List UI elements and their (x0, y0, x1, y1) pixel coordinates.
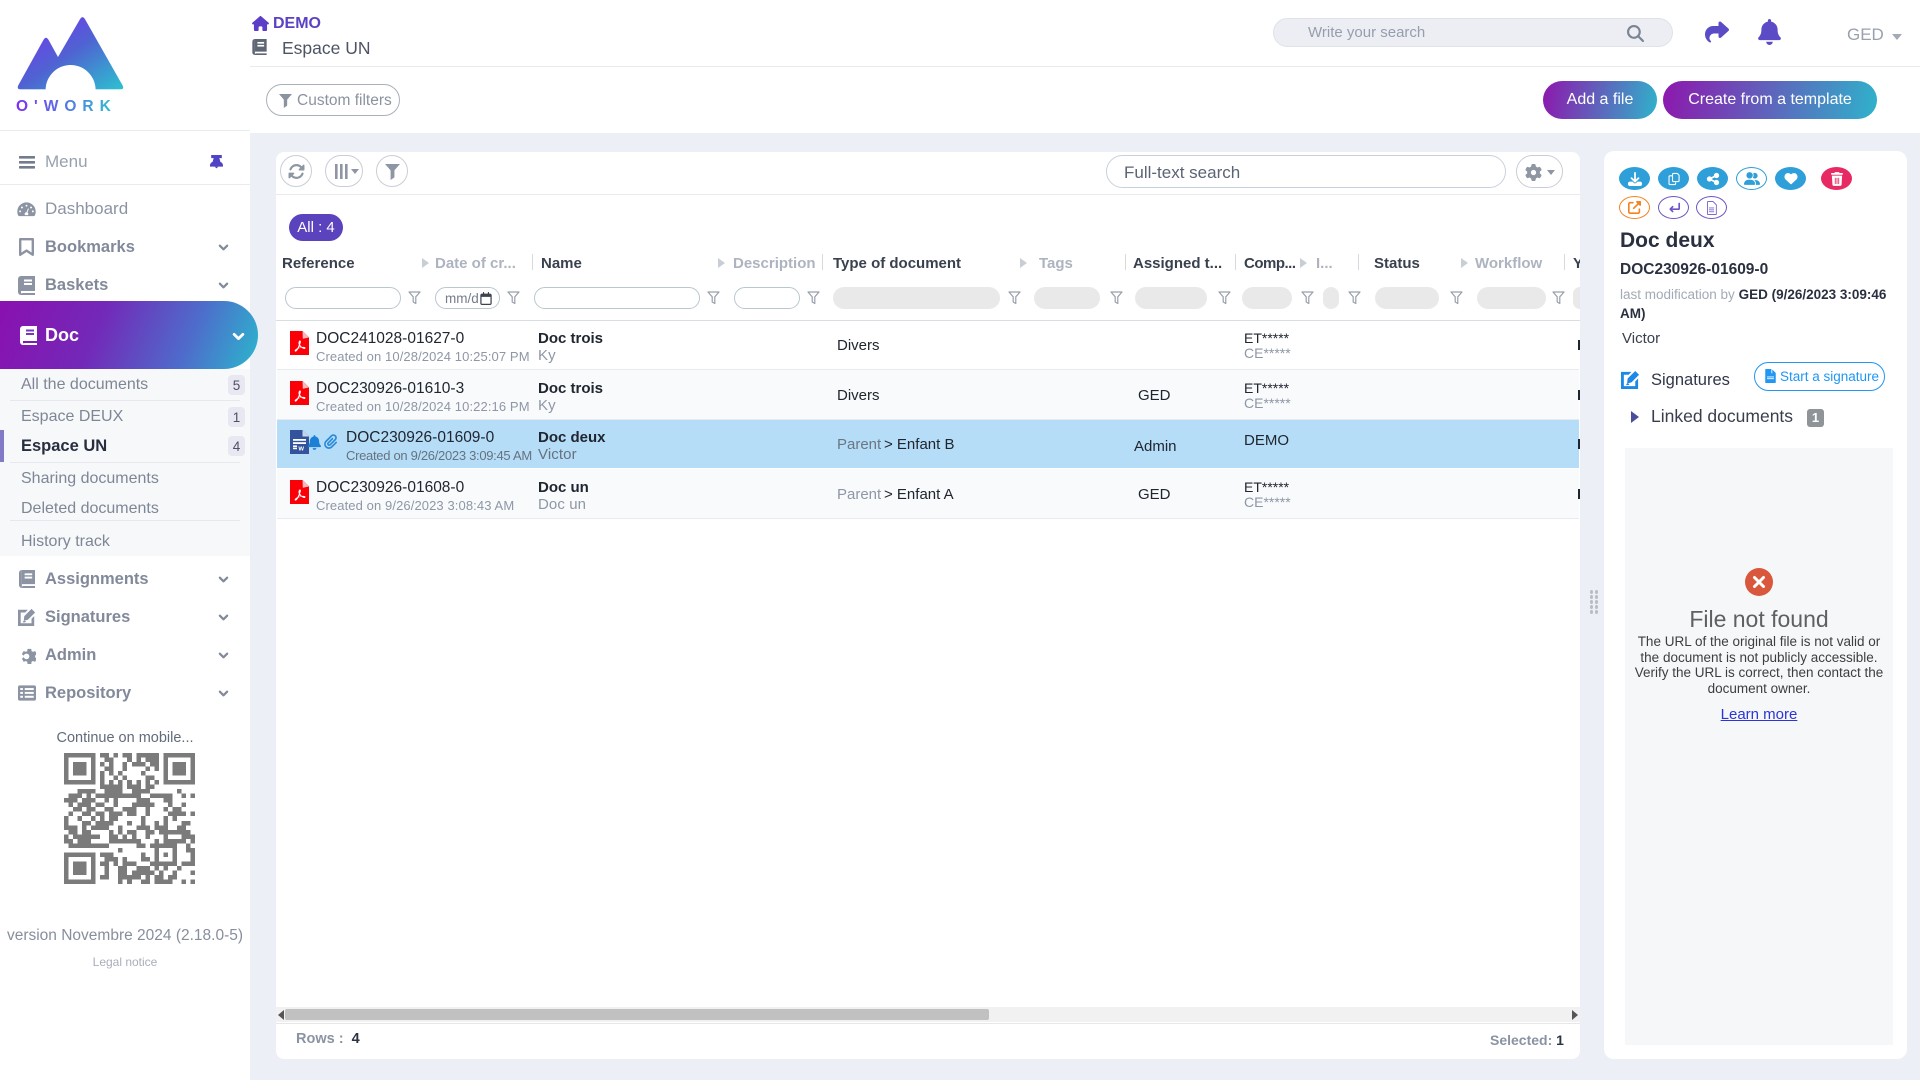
svg-text:O'WORK: O'WORK (16, 98, 117, 115)
svg-text:w: w (298, 446, 305, 453)
